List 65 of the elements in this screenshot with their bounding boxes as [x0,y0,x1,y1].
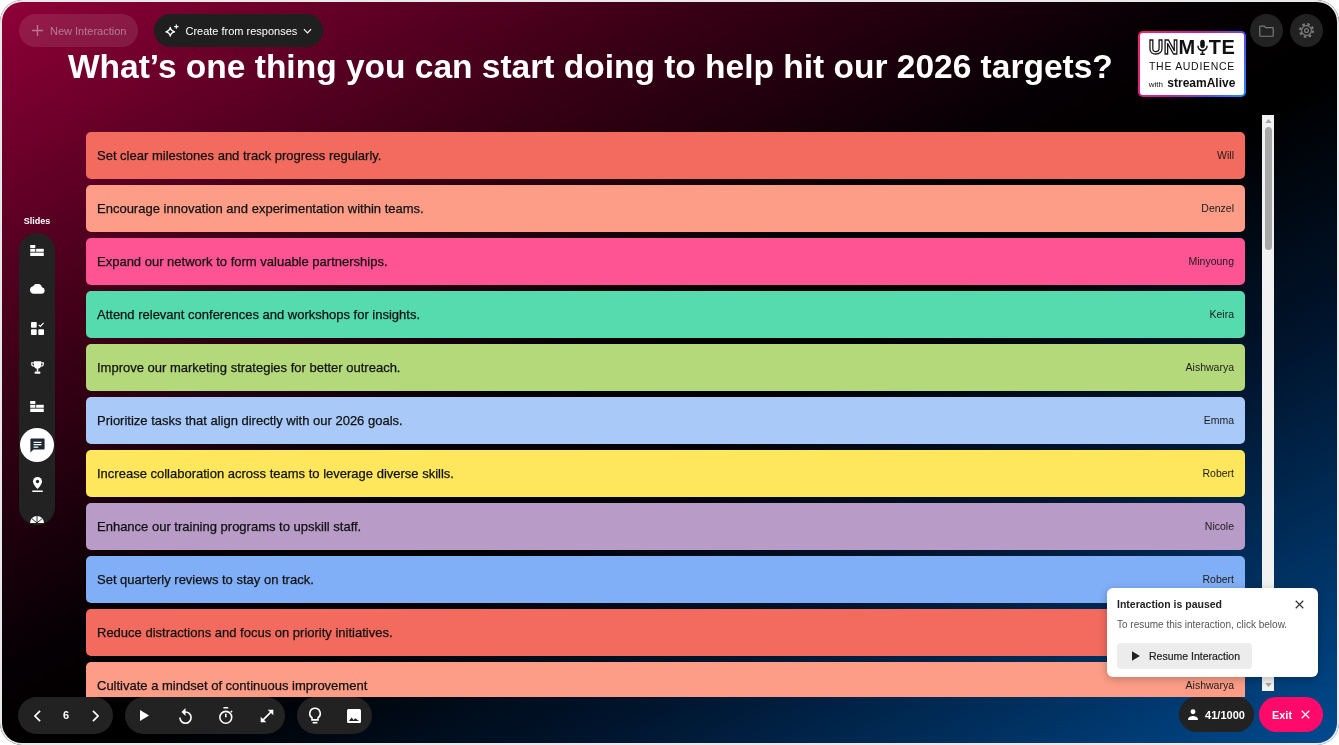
trophy-icon [30,360,44,374]
response-text: Prioritize tasks that align directly with our 2026 goals. [97,412,403,429]
author-name: Nicole [1204,520,1234,533]
bar-list-icon [30,400,44,412]
logo-wordmark: TE [1208,37,1236,57]
author-name: Robert [1202,467,1234,480]
slide-number: 6 [61,709,71,722]
author-name: Denzel [1201,202,1234,215]
logo-tagline: with streamAlive [1148,75,1236,91]
author-name: Keira [1209,308,1234,321]
chevron-left-icon [33,709,41,722]
author-name: Emma [1203,414,1234,427]
response-text: Expand our network to form valuable partnerships. [97,253,388,270]
down-triangle-icon [1264,683,1272,687]
response-text: Cultivate a mindset of continuous improvement [97,677,368,694]
question-title: What’s one thing you can start doing to help hit our 2026 targets? [68,48,1113,86]
popup-message: To resume this interaction, click below. [1117,619,1288,631]
logo-subtitle: THE AUDIENCE [1149,60,1235,72]
grid-check-icon [30,321,44,335]
response-text: Attend relevant conferences and workshops for insights. [97,306,420,323]
folder-icon [1259,24,1274,37]
response-text: Set clear milestones and track progress regularly. [97,147,382,164]
response-text: Set quarterly reviews to stay on track. [97,571,314,588]
author-name: Aishwarya [1185,361,1234,374]
up-triangle-icon [1264,119,1272,123]
stopwatch-icon [219,707,233,724]
exit-button[interactable]: Exit [1259,697,1323,732]
play-icon [139,710,149,721]
slide-button[interactable] [20,428,54,462]
lightbulb-icon [309,707,321,724]
circular-arrow-icon [178,707,192,724]
create-from-responses-button[interactable]: Create from responses [154,14,324,47]
cloud-icon [29,284,45,294]
chevron-right-icon [91,709,99,722]
diagonal-arrows-icon [260,708,274,723]
settings-button[interactable] [1290,14,1323,47]
plus-icon [32,25,43,36]
close-icon [1301,710,1311,719]
logo-wordmark: UNM [1148,37,1196,57]
gear-icon [1299,23,1314,38]
participants-button[interactable]: 41/1000 [1179,697,1254,732]
sparkle-icon [165,24,180,37]
author-name: Robert [1202,573,1234,586]
resume-button[interactable]: Resume Interaction [1117,643,1253,669]
author-name: Minyoung [1188,255,1234,268]
play-icon [1132,651,1140,661]
author-name: Aishwarya [1185,679,1234,692]
microphone-icon [1196,39,1208,55]
response-text: Encourage innovation and experimentation within teams. [97,200,424,217]
chat-icon [29,437,45,453]
slides-label: Slides [23,216,51,227]
bar-list-icon [30,244,44,256]
close-icon [1294,599,1304,609]
location-pin-icon [31,476,43,492]
folder-button[interactable] [1250,14,1283,47]
response-text: Reduce distractions and focus on priority initiatives. [97,624,393,641]
response-text: Increase collaboration across teams to leverage diverse skills. [97,465,454,482]
caret-icon [303,27,313,34]
popup-title: Interaction is paused [1117,598,1223,610]
author-name: Will [1217,149,1234,162]
person-icon [1188,709,1199,720]
response-text: Improve our marketing strategies for better outreach. [97,359,401,376]
image-icon [347,708,361,723]
response-text: Enhance our training programs to upskill staff. [97,518,362,535]
scrollbar-thumb[interactable] [1264,127,1272,250]
